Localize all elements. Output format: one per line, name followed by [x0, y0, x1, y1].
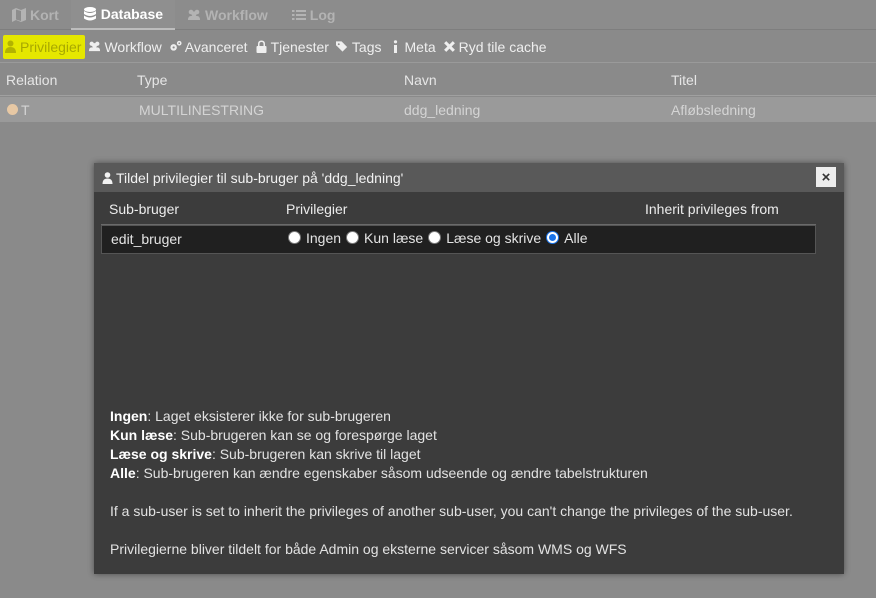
tags-icon	[335, 41, 348, 52]
header-privilegier: Privilegier	[286, 201, 348, 217]
header-sub-bruger: Sub-bruger	[109, 201, 180, 217]
column-header-type[interactable]: Type	[137, 64, 167, 95]
users-icon	[188, 9, 201, 20]
radio-kun-laese-label: Kun læse	[364, 230, 424, 246]
subtab-meta-label: Meta	[404, 38, 436, 55]
subtab-tags-label: Tags	[351, 38, 382, 55]
users-icon	[89, 41, 101, 52]
help-term-kun-laese: Kun læse	[110, 427, 174, 443]
subtab-tags[interactable]: Tags	[335, 35, 386, 59]
close-icon	[443, 41, 455, 52]
sub-tabs: Privilegier Workflow Avanceret Tjenester…	[0, 31, 876, 63]
radio-kun-laese[interactable]	[346, 230, 360, 244]
tab-database[interactable]: Database	[70, 0, 176, 30]
help-line-alle: Alle: Sub-brugeren kan ændre egenskaber …	[110, 464, 830, 483]
tab-database-label: Database	[100, 5, 164, 22]
radio-option-laese-og-skrive[interactable]: Læse og skrive	[428, 230, 541, 246]
tab-workflow[interactable]: Workflow	[175, 0, 280, 30]
table-header: Relation Type Navn Titel	[0, 64, 876, 96]
dialog-header: Tildel privilegier til sub-bruger på 'dd…	[94, 163, 844, 192]
top-tabs: Kort Database Workflow Log	[0, 0, 876, 30]
radio-alle[interactable]	[546, 230, 560, 244]
sub-user-name: edit_bruger	[111, 231, 182, 247]
radio-option-alle[interactable]: Alle	[546, 230, 588, 246]
privileges-table-header: Sub-bruger Privilegier Inherit privilege…	[101, 192, 816, 225]
relation-type-dot-icon	[7, 104, 18, 115]
cell-relation: T	[7, 97, 30, 122]
user-icon	[5, 40, 16, 53]
cell-titel: Afløbsledning	[671, 101, 756, 118]
help-line-laese-og-skrive: Læse og skrive: Sub-brugeren kan skrive …	[110, 445, 830, 464]
subtab-ryd-tile-cache[interactable]: Ryd tile cache	[442, 35, 551, 59]
radio-ingen-label: Ingen	[306, 230, 342, 246]
radio-alle-label: Alle	[564, 230, 588, 246]
help-desc-laese-og-skrive: : Sub-brugeren kan skrive til laget	[211, 446, 421, 462]
dialog-close-button[interactable]: ×	[816, 167, 836, 187]
help-desc-alle: : Sub-brugeren kan ændre egenskaber såso…	[135, 465, 648, 481]
subtab-privilegier[interactable]: Privilegier	[3, 34, 86, 59]
info-icon	[393, 40, 397, 53]
services-note: Privilegierne bliver tildelt for både Ad…	[110, 541, 627, 557]
column-header-relation[interactable]: Relation	[6, 64, 57, 95]
radio-laese-og-skrive[interactable]	[428, 230, 442, 244]
lock-icon	[256, 40, 267, 53]
help-line-ingen: Ingen: Laget eksisterer ikke for sub-bru…	[110, 407, 830, 426]
dialog-title: Tildel privilegier til sub-bruger på 'dd…	[116, 169, 404, 186]
cell-navn: ddg_ledning	[404, 101, 481, 118]
privileges-row: edit_bruger Ingen Kun læse Læse og skriv…	[101, 225, 816, 254]
help-text: Ingen: Laget eksisterer ikke for sub-bru…	[110, 407, 830, 559]
subtab-workflow-label: Workflow	[104, 38, 162, 55]
user-icon	[102, 171, 113, 184]
database-icon	[83, 6, 96, 20]
tab-log-label: Log	[309, 6, 336, 23]
subtab-avanceret[interactable]: Avanceret	[168, 35, 252, 59]
radio-option-kun-laese[interactable]: Kun læse	[346, 230, 423, 246]
radio-ingen[interactable]	[288, 230, 301, 244]
subtab-privilegier-label: Privilegier	[20, 38, 82, 55]
subtab-tjenester[interactable]: Tjenester	[254, 35, 333, 59]
privileges-dialog: Tildel privilegier til sub-bruger på 'dd…	[94, 163, 844, 574]
subtab-workflow[interactable]: Workflow	[87, 35, 165, 59]
subtab-ryd-tile-cache-label: Ryd tile cache	[458, 38, 547, 55]
column-header-navn[interactable]: Navn	[404, 64, 437, 95]
help-line-kun-laese: Kun læse: Sub-brugeren kan se og forespø…	[110, 426, 830, 445]
subtab-avanceret-label: Avanceret	[184, 38, 248, 55]
tab-log[interactable]: Log	[280, 0, 348, 30]
cell-type: MULTILINESTRING	[139, 101, 264, 118]
radio-option-ingen[interactable]: Ingen	[288, 230, 341, 246]
table-row[interactable]: T MULTILINESTRING ddg_ledning Afløbsledn…	[0, 97, 876, 122]
map-icon	[12, 7, 26, 22]
help-term-laese-og-skrive: Læse og skrive	[110, 446, 212, 462]
radio-laese-og-skrive-label: Læse og skrive	[446, 230, 542, 246]
subtab-tjenester-label: Tjenester	[270, 38, 329, 55]
tab-workflow-label: Workflow	[205, 6, 268, 23]
header-inherit: Inherit privileges from	[645, 201, 779, 217]
tab-kort[interactable]: Kort	[0, 0, 71, 30]
subtab-meta[interactable]: Meta	[388, 35, 440, 59]
column-header-titel[interactable]: Titel	[671, 64, 697, 95]
tab-kort-label: Kort	[30, 6, 59, 23]
inherit-note: If a sub-user is set to inherit the priv…	[110, 503, 793, 519]
help-desc-kun-laese: : Sub-brugeren kan se og forespørge lage…	[173, 427, 437, 443]
help-term-alle: Alle	[110, 465, 136, 481]
help-term-ingen: Ingen	[110, 408, 148, 424]
list-icon	[291, 9, 306, 20]
help-desc-ingen: : Laget eksisterer ikke for sub-brugeren	[147, 408, 391, 424]
privilege-radio-group: Ingen Kun læse Læse og skrive Alle	[288, 230, 593, 246]
cell-relation-value: T	[21, 101, 30, 118]
gears-icon	[170, 40, 182, 51]
